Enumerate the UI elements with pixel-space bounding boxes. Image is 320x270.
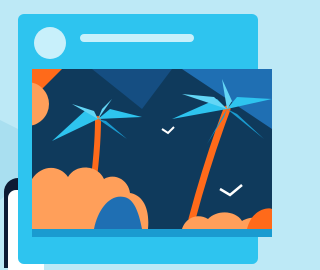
avatar[interactable] [34,27,66,59]
post-caption-strip [32,229,272,237]
tropical-beach-illustration-icon [32,69,272,229]
post-image[interactable] [32,69,272,229]
social-post-card[interactable] [18,14,272,264]
post-title-placeholder [80,34,194,42]
